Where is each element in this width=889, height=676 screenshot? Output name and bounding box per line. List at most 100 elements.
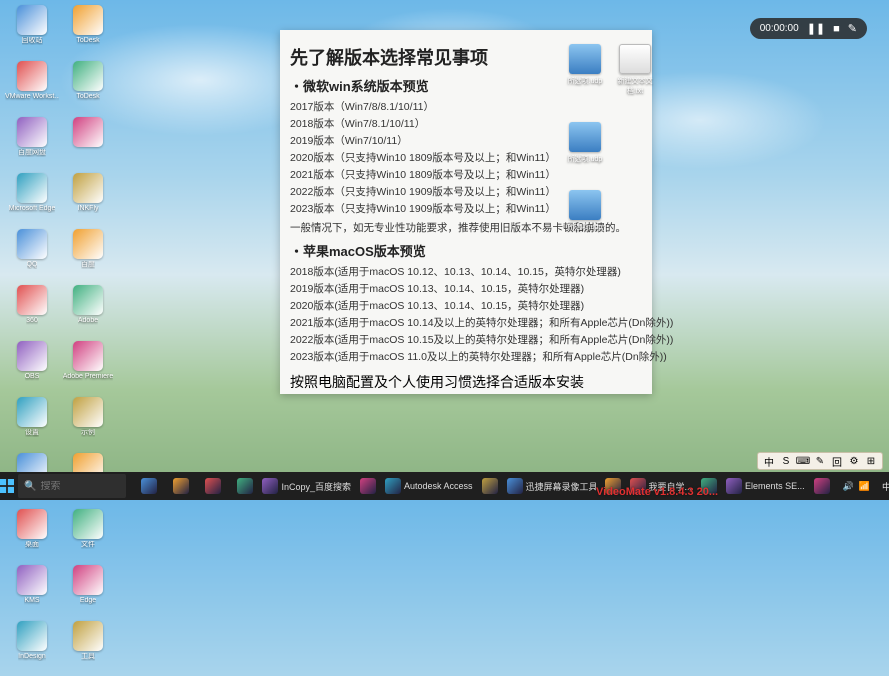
taskbar-app-icon [385,478,401,494]
desktop-icon[interactable]: 文件 [60,509,116,563]
icon-label: 示例 [81,429,95,437]
taskbar-app-icon [814,478,830,494]
app-icon [73,509,103,539]
desktop-icon[interactable]: 百度 [60,229,116,283]
stop-button[interactable]: ■ [833,23,840,35]
app-icon [73,285,103,315]
desktop-icon[interactable]: Microsoft Edge [4,173,60,227]
taskbar-item[interactable]: InCopy_百度搜索 [262,474,351,498]
taskbar-app-icon [360,478,376,494]
desktop-file[interactable]: 所选项.udp [562,122,608,164]
ime-button[interactable]: 中 [762,454,776,468]
taskbar-item[interactable] [475,474,505,498]
ime-button[interactable]: ⊞ [864,454,878,468]
edit-button[interactable]: ✎ [848,22,857,35]
version-line: 2022版本(适用于macOS 10.15及以上的英特尔处理器；和所有Apple… [290,332,642,349]
desktop-icon[interactable]: 工具 [60,621,116,675]
taskbar-item[interactable] [166,474,196,498]
tray-icon[interactable]: 📶 [859,481,870,492]
taskbar-item[interactable] [694,474,724,498]
icon-label: Edge [80,597,96,605]
desktop-icon[interactable]: Adobe [60,285,116,339]
ime-button[interactable]: ⚙ [847,454,861,468]
tray-icon[interactable]: 🔊 [843,481,854,492]
file-label: 所选项.udp [568,76,603,86]
taskbar-app-icon [237,478,253,494]
icon-label: Adobe [78,317,98,325]
pause-button[interactable]: ❚❚ [807,22,825,35]
app-icon [17,173,47,203]
taskbar-item-label: 我要自学... [649,480,693,493]
taskbar-item-label: 迅捷屏幕录像工具 [526,480,596,493]
taskbar-app-icon [507,478,523,494]
file-icon [569,44,601,74]
desktop-icon[interactable]: OBS [4,341,60,395]
app-icon [17,61,47,91]
desktop-icon[interactable]: Adobe Premiere [60,341,116,395]
desktop-file[interactable]: 所选项.udp [562,44,608,86]
taskbar-app-icon [173,478,189,494]
taskbar-item[interactable] [230,474,260,498]
file-icon [569,122,601,152]
desktop-icon[interactable]: 回收站 [4,5,60,59]
desktop-file[interactable]: 所选项.udp [562,190,608,232]
version-line: 2023版本(适用于macOS 11.0及以上的英特尔处理器；和所有Apple芯… [290,349,642,366]
desktop-icon[interactable]: 百度网盘 [4,117,60,171]
desktop-icon[interactable]: VMware Workst... [4,61,60,115]
ime-button[interactable]: S [779,454,793,468]
system-tray[interactable]: 🔊📶 [837,481,876,492]
desktop-icon[interactable]: ToDesk [60,61,116,115]
app-icon [17,565,47,595]
file-label: 所选项.udp [568,154,603,164]
desktop-icon[interactable]: InDesign [4,621,60,675]
desktop-icon[interactable]: ToDesk [60,5,116,59]
ime-button[interactable]: 回 [830,454,844,468]
icon-label: 设置 [25,429,39,437]
taskbar-search[interactable]: 🔍 [18,474,126,498]
app-icon [73,565,103,595]
taskbar-item[interactable]: Elements SE... [726,474,805,498]
ime-button[interactable]: ⌨ [796,454,810,468]
icon-label: 百度网盘 [18,149,46,157]
taskbar-item[interactable] [353,474,383,498]
desktop-icon[interactable]: 设置 [4,397,60,451]
desktop-icon[interactable]: KMS [4,565,60,619]
icon-label: QQ [27,261,38,269]
taskbar-app-icon [262,478,278,494]
file-label: 所选项.udp [568,222,603,232]
recording-time: 00:00:00 [760,23,799,34]
desktop-file[interactable]: 新建文本文档.txt [612,44,658,96]
search-input[interactable] [40,481,120,492]
ime-indicator[interactable]: 中 [876,480,889,493]
desktop-icon[interactable]: Edge [60,565,116,619]
version-line: 2020版本(适用于macOS 10.13、10.14、10.15，英特尔处理器… [290,298,642,315]
app-icon [73,5,103,35]
app-icon [17,229,47,259]
taskbar-item[interactable] [198,474,228,498]
ime-toolbar[interactable]: 中S⌨✎回⚙⊞ [757,452,883,470]
desktop-icon[interactable]: 示例 [60,397,116,451]
desktop-icon[interactable]: 360 [4,285,60,339]
taskbar-item[interactable] [134,474,164,498]
taskbar-app-icon [482,478,498,494]
taskbar-item[interactable]: 我要自学... [630,474,693,498]
app-icon [73,173,103,203]
ime-button[interactable]: ✎ [813,454,827,468]
desktop-icon[interactable]: INKFly [60,173,116,227]
icon-label: OBS [25,373,40,381]
taskbar-item[interactable] [598,474,628,498]
taskbar-item[interactable] [807,474,837,498]
desktop-icon[interactable]: 桌面 [4,509,60,563]
taskbar-item[interactable]: Autodesk Access [385,474,473,498]
app-icon [73,117,103,147]
desktop-icon[interactable] [60,117,116,171]
start-button[interactable] [0,472,14,500]
file-label: 新建文本文档.txt [612,76,658,96]
taskbar-item-label: InCopy_百度搜索 [281,480,351,493]
taskbar-item[interactable]: 迅捷屏幕录像工具 [507,474,596,498]
icon-label: VMware Workst... [5,93,59,101]
file-icon [619,44,651,74]
desktop-icon[interactable]: QQ [4,229,60,283]
icon-label: 桌面 [25,541,39,549]
mac-section-title: ・苹果macOS版本预览 [290,241,642,260]
